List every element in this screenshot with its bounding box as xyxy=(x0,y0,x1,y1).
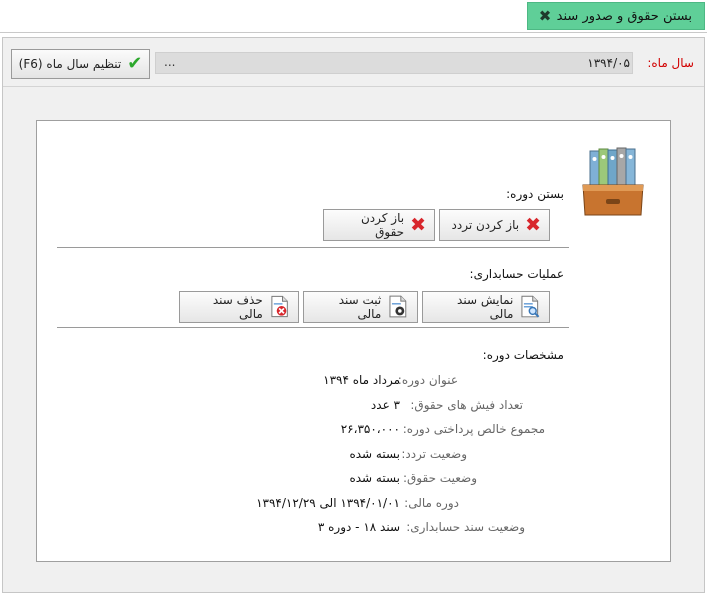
check-icon: ✔ xyxy=(127,53,143,74)
red-x-icon: ✖ xyxy=(410,214,426,236)
window-titlebar: بستن حقوق و صدور سند ✖ xyxy=(0,0,707,33)
traffic-status-value: بسته شده xyxy=(349,447,400,461)
delete-voucher-button[interactable]: حذف سند مالی xyxy=(179,291,299,323)
document-gear-icon xyxy=(389,295,407,318)
reopen-salary-label: باز کردن حقوق xyxy=(360,211,405,239)
set-year-month-button[interactable]: ✔ تنظیم سال ماه (F6) xyxy=(11,49,150,79)
document-view-icon xyxy=(521,295,540,318)
voucher-status-label: وضعیت سند حسابداری: xyxy=(406,520,525,534)
period-toolbar: سال ماه: ۱۳۹۴/۰۵ ... ✔ تنظیم سال ماه (F6… xyxy=(3,38,704,87)
traffic-status-label: وضعیت تردد: xyxy=(401,447,467,461)
close-icon[interactable]: ✖ xyxy=(538,9,552,24)
main-container: سال ماه: ۱۳۹۴/۰۵ ... ✔ تنظیم سال ماه (F6… xyxy=(2,37,705,593)
register-voucher-label: ثبت سند مالی xyxy=(338,293,382,321)
reopen-traffic-button[interactable]: ✖ باز کردن تردد xyxy=(439,209,550,241)
binders-icon xyxy=(582,147,644,216)
red-x-icon: ✖ xyxy=(525,214,541,236)
reopen-traffic-label: باز کردن تردد xyxy=(451,218,520,232)
accounting-title: عملیات حسابداری: xyxy=(469,267,564,281)
show-voucher-button[interactable]: نمایش سند مالی xyxy=(422,291,550,323)
year-month-lookup-button[interactable]: ... xyxy=(164,55,175,69)
salary-status-label: وضعیت حقوق: xyxy=(402,471,477,485)
period-info-title: مشخصات دوره: xyxy=(482,348,564,362)
year-month-value: ۱۳۹۴/۰۵ xyxy=(587,56,630,70)
fiscal-period-label: دوره مالی: xyxy=(404,496,459,510)
year-month-field[interactable]: ۱۳۹۴/۰۵ ... xyxy=(155,52,633,74)
tab-title: بستن حقوق و صدور سند xyxy=(556,8,692,24)
payslip-count-label: تعداد فیش های حقوق: xyxy=(410,398,523,412)
period-title-label: عنوان دوره: xyxy=(397,373,458,387)
register-voucher-button[interactable]: ثبت سند مالی xyxy=(303,291,418,323)
tab-close-payroll[interactable]: بستن حقوق و صدور سند ✖ xyxy=(527,2,705,30)
salary-status-value: بسته شده xyxy=(349,471,400,485)
divider xyxy=(57,247,569,248)
total-net-pay-value: ۲۶،۳۵۰،۰۰۰ xyxy=(340,422,400,436)
set-year-month-label: تنظیم سال ماه (F6) xyxy=(18,57,122,71)
payslip-count-value: ۳ عدد xyxy=(370,398,400,412)
period-panel: بستن دوره: ✖ باز کردن تردد ✖ باز کردن حق… xyxy=(36,120,671,562)
divider xyxy=(57,327,569,328)
show-voucher-label: نمایش سند مالی xyxy=(457,293,514,321)
year-month-label: سال ماه: xyxy=(647,56,694,70)
fiscal-period-value: ۱۳۹۴/۰۱/۰۱ الی ۱۳۹۴/۱۲/۲۹ xyxy=(256,496,400,510)
document-delete-icon xyxy=(271,295,288,318)
total-net-pay-label: مجموع خالص پرداختی دوره: xyxy=(402,422,545,436)
close-period-title: بستن دوره: xyxy=(506,187,564,201)
delete-voucher-label: حذف سند مالی xyxy=(212,293,263,321)
period-title-value: مرداد ماه ۱۳۹۴ xyxy=(323,373,400,387)
reopen-salary-button[interactable]: ✖ باز کردن حقوق xyxy=(323,209,435,241)
voucher-status-value: سند ۱۸ - دوره ۳ xyxy=(317,520,400,534)
